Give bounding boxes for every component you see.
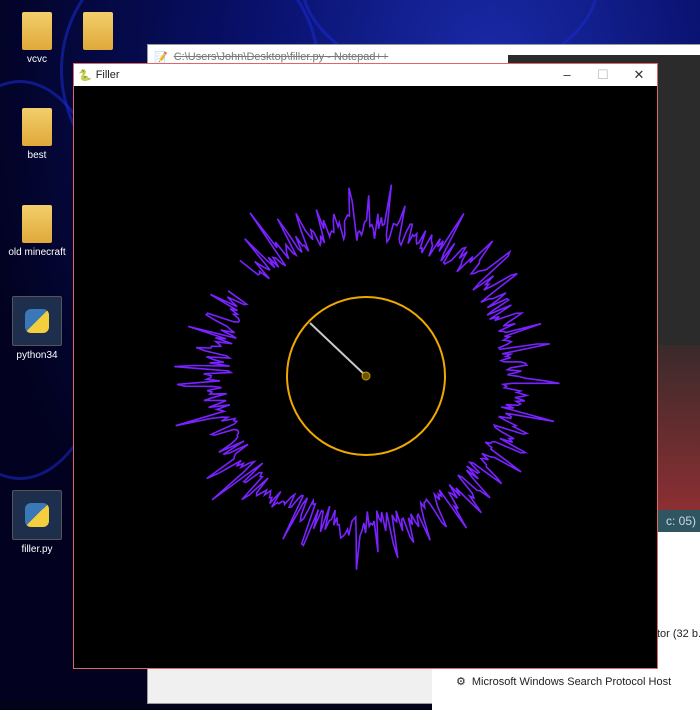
maximize-button[interactable]: ☐ xyxy=(585,67,621,83)
desktop-icon-filler-py[interactable]: filler.py xyxy=(5,490,69,555)
pointer-line xyxy=(309,322,367,377)
python-icon xyxy=(12,296,62,346)
folder-icon xyxy=(22,205,52,243)
folder-icon xyxy=(22,12,52,50)
folder-icon xyxy=(22,108,52,146)
center-dot xyxy=(361,371,371,381)
folder-icon xyxy=(83,12,113,50)
minimize-button[interactable]: – xyxy=(549,67,585,83)
pygame-title-bar[interactable]: 🐍 Filler – ☐ ✕ xyxy=(74,64,657,86)
game-canvas[interactable] xyxy=(74,86,657,668)
process-icon: ⚙ xyxy=(456,676,466,688)
close-button[interactable]: ✕ xyxy=(621,67,657,83)
process-row[interactable]: tor (32 b... xyxy=(657,628,700,640)
desktop-icon-vcvc[interactable]: vcvc xyxy=(5,12,69,65)
python-icon xyxy=(12,490,62,540)
notepad-icon: 📝 xyxy=(154,51,168,64)
desktop-icon-python34[interactable]: python34 xyxy=(5,296,69,361)
desktop-icon-folder[interactable] xyxy=(66,12,130,54)
process-row[interactable]: ⚙ Microsoft Windows Search Protocol Host xyxy=(456,675,671,689)
pygame-window[interactable]: 🐍 Filler – ☐ ✕ xyxy=(73,63,658,669)
desktop-icon-best[interactable]: best xyxy=(5,108,69,161)
desktop-icon-old-minecraft[interactable]: old minecraft xyxy=(5,205,69,258)
pygame-icon: 🐍 xyxy=(78,69,92,82)
